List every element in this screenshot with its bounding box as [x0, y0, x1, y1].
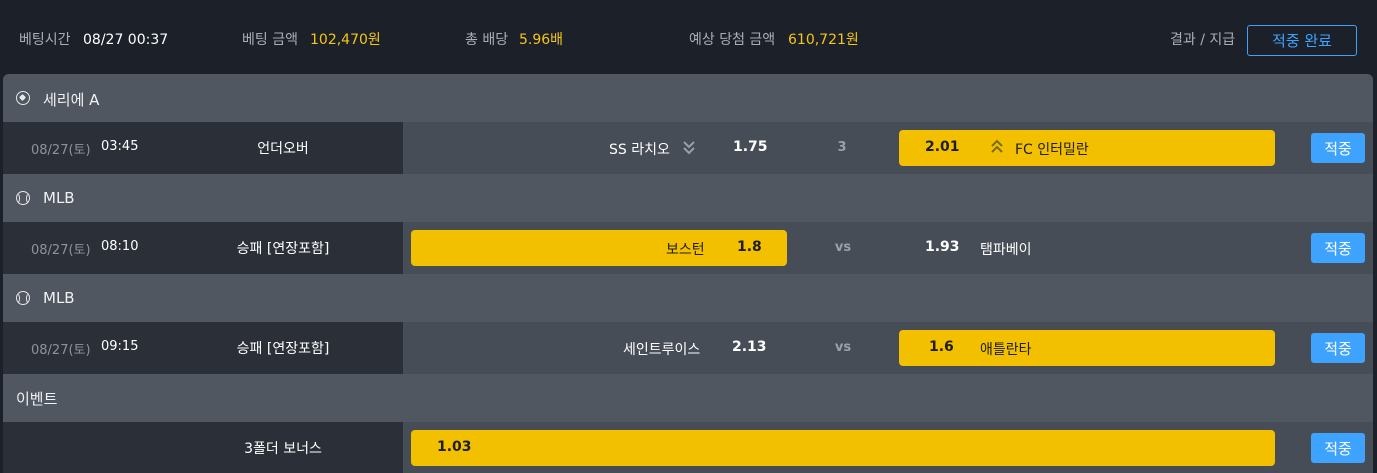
league-title: 이벤트 — [16, 390, 58, 408]
hit-result-button[interactable]: 적중 — [1311, 133, 1365, 163]
market-type: 승패 [연장포함] — [236, 341, 330, 357]
away-odds-selected[interactable]: 2.01 FC 인터밀란 — [899, 130, 1275, 166]
match-date: 08/27(토) — [31, 243, 91, 258]
league-title: MLB — [43, 189, 75, 207]
away-odds-selected[interactable]: 1.6 애틀란타 — [899, 330, 1275, 366]
match-info: 08/27(토) 03:45 언더오버 — [3, 122, 403, 174]
home-odds[interactable]: 1.75 — [733, 139, 768, 155]
bonus-row: 3폴더 보너스 1.03 적중 — [3, 422, 1373, 473]
expected-win-label: 예상 당첨 금액 — [689, 32, 776, 48]
double-chevron-up-icon — [990, 139, 1004, 155]
market-type: 3폴더 보너스 — [244, 441, 322, 457]
versus-label: vs — [834, 240, 852, 255]
home-odds-selected[interactable]: 보스턴 1.8 — [411, 230, 787, 266]
soccer-ball-icon — [16, 91, 30, 105]
away-odds[interactable]: 1.93 — [925, 239, 960, 255]
baseball-icon — [16, 191, 30, 205]
away-team: 탬파베이 — [980, 242, 1032, 258]
match-time: 08:10 — [101, 239, 139, 254]
bet-time-value: 08/27 00:37 — [83, 32, 169, 48]
hit-result-button[interactable]: 적중 — [1311, 233, 1365, 263]
bet-amount-value: 102,470원 — [310, 32, 381, 48]
total-odds-label: 총 배당 — [465, 32, 509, 48]
handicap-value: 3 — [837, 140, 847, 155]
home-odds[interactable]: 2.13 — [732, 339, 767, 355]
home-team: 보스턴 — [666, 242, 705, 258]
hit-result-button[interactable]: 적중 — [1311, 333, 1365, 363]
versus-label: vs — [834, 340, 852, 355]
bet-amount-label: 베팅 금액 — [242, 32, 298, 48]
match-date: 08/27(토) — [31, 143, 91, 158]
match-time: 09:15 — [101, 339, 139, 354]
match-time: 03:45 — [101, 139, 139, 154]
league-title: MLB — [43, 289, 75, 307]
total-odds-value: 5.96배 — [519, 32, 564, 48]
market-type: 언더오버 — [257, 141, 309, 157]
home-team: 세인트루이스 — [623, 342, 701, 358]
league-header-event: 이벤트 — [3, 374, 1373, 422]
home-team: SS 라치오 — [609, 142, 670, 158]
bet-time-label: 베팅시간 — [19, 32, 71, 48]
bonus-odds-selected[interactable]: 1.03 — [411, 430, 1275, 466]
win-complete-button[interactable]: 적중 완료 — [1247, 25, 1357, 56]
away-team: 애틀란타 — [980, 342, 1032, 358]
bet-summary-bar: 베팅시간 08/27 00:37 베팅 금액 102,470원 총 배당 5.9… — [0, 0, 1377, 74]
expected-win-value: 610,721원 — [788, 32, 859, 48]
away-odds: 1.6 — [929, 339, 954, 355]
match-info: 3폴더 보너스 — [3, 422, 403, 473]
league-header-mlb: MLB — [3, 174, 1373, 222]
away-team: FC 인터밀란 — [1015, 142, 1089, 158]
double-chevron-down-icon — [682, 139, 696, 155]
match-row: 08/27(토) 03:45 언더오버 SS 라치오 1.75 3 2.01 F… — [3, 122, 1373, 174]
match-info: 08/27(토) 09:15 승패 [연장포함] — [3, 322, 403, 374]
league-header-serie-a: 세리에 A — [3, 74, 1373, 122]
bet-slip-panel: 세리에 A 08/27(토) 03:45 언더오버 SS 라치오 1.75 3 … — [3, 74, 1373, 473]
hit-result-button[interactable]: 적중 — [1311, 433, 1365, 463]
match-info: 08/27(토) 08:10 승패 [연장포함] — [3, 222, 403, 274]
league-header-mlb: MLB — [3, 274, 1373, 322]
match-row: 08/27(토) 09:15 승패 [연장포함] 세인트루이스 2.13 vs … — [3, 322, 1373, 374]
baseball-icon — [16, 291, 30, 305]
league-title: 세리에 A — [43, 91, 100, 109]
market-type: 승패 [연장포함] — [236, 241, 330, 257]
away-odds: 2.01 — [925, 139, 960, 155]
match-row: 08/27(토) 08:10 승패 [연장포함] 보스턴 1.8 vs 1.93… — [3, 222, 1373, 274]
bonus-odds: 1.03 — [437, 439, 472, 455]
result-payout-label: 결과 / 지급 — [1170, 32, 1236, 48]
match-date: 08/27(토) — [31, 343, 91, 358]
home-odds: 1.8 — [737, 239, 762, 255]
